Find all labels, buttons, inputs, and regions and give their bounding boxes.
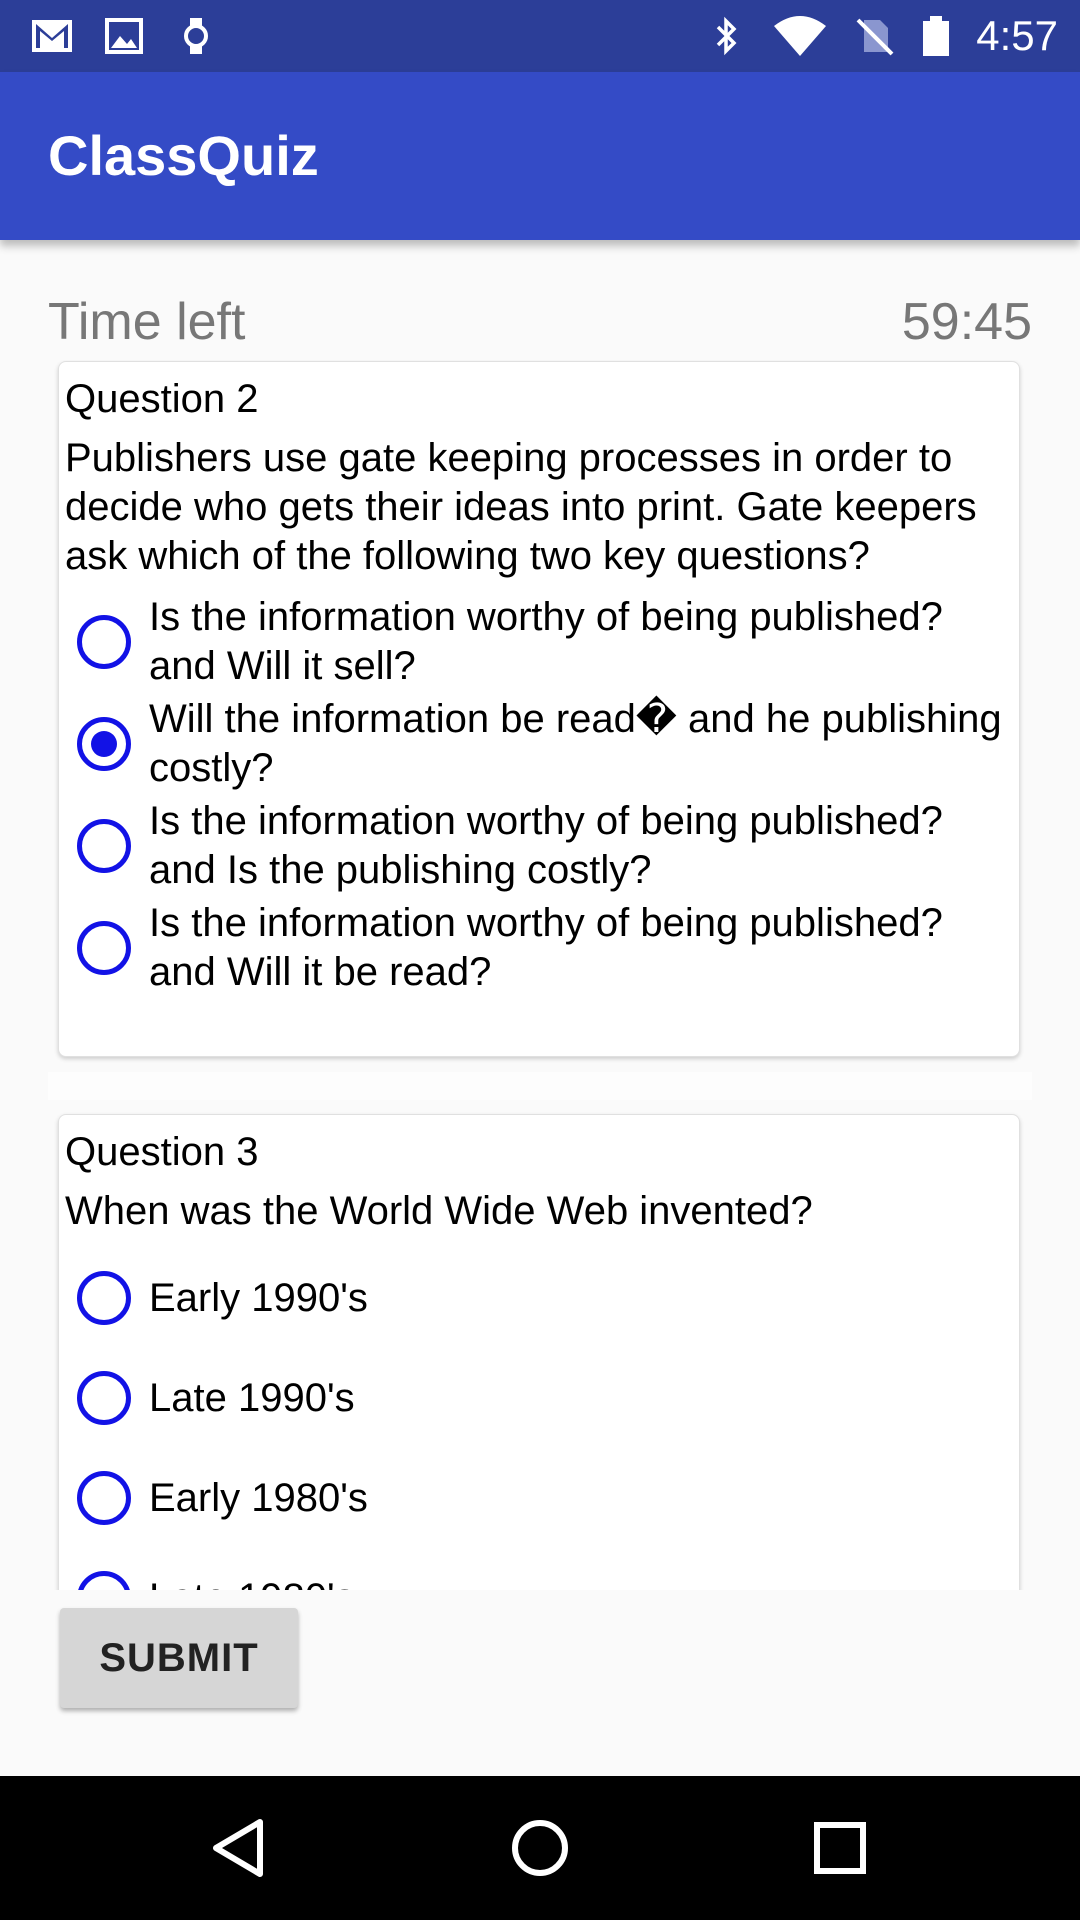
answer-label: Is the information worthy of being publi… xyxy=(149,799,943,892)
question-text: When was the World Wide Web invented? xyxy=(65,1189,813,1233)
radio-button[interactable] xyxy=(77,1471,131,1525)
status-bar-system: 4:57 xyxy=(704,12,1058,60)
app-title: ClassQuiz xyxy=(48,124,319,187)
timer-value: 59:45 xyxy=(901,293,1032,351)
app-bar: ClassQuiz xyxy=(0,72,1080,240)
radio-button[interactable] xyxy=(77,819,131,873)
navigation-bar xyxy=(0,1776,1080,1920)
answer-label: Will the information be read� and he pub… xyxy=(149,697,1002,790)
radio-button[interactable] xyxy=(77,615,131,669)
answer-option[interactable]: Is the information worthy of being publi… xyxy=(65,897,1013,999)
question-card: Question 2 Publishers use gate keeping p… xyxy=(58,361,1020,1057)
answer-label: Is the information worthy of being publi… xyxy=(149,595,943,688)
quiz-scroll-area[interactable]: Question 2 Publishers use gate keeping p… xyxy=(0,360,1080,1590)
question-card: Question 3 When was the World Wide Web i… xyxy=(58,1114,1020,1590)
answer-label: Late 1980's xyxy=(149,1574,355,1591)
answer-option[interactable]: Late 1980's xyxy=(65,1548,1013,1590)
answer-option[interactable]: Will the information be read� and he pub… xyxy=(65,693,1013,795)
radio-button[interactable] xyxy=(77,1271,131,1325)
answer-label: Late 1990's xyxy=(149,1375,355,1420)
submit-button[interactable]: SUBMIT xyxy=(60,1608,298,1708)
radio-button-selected[interactable] xyxy=(77,717,131,771)
answer-option[interactable]: Early 1980's xyxy=(65,1448,1013,1548)
answer-label: Is the information worthy of being publi… xyxy=(149,901,943,994)
timer-row: Time left 59:45 xyxy=(48,292,1032,362)
answer-label: Early 1990's xyxy=(149,1275,368,1320)
recents-icon[interactable] xyxy=(804,1812,876,1884)
question-title: Question 2 xyxy=(65,377,259,421)
answer-options: Is the information worthy of being publi… xyxy=(65,591,1013,999)
answer-options: Early 1990's Late 1990's Early 1980's La… xyxy=(65,1248,1013,1590)
status-bar: 4:57 xyxy=(0,0,1080,72)
gmail-icon xyxy=(30,14,74,58)
answer-option[interactable]: Is the information worthy of being publi… xyxy=(65,591,1013,693)
timer-label: Time left xyxy=(48,293,246,351)
radio-button[interactable] xyxy=(77,921,131,975)
watch-icon xyxy=(174,14,218,58)
home-icon[interactable] xyxy=(504,1812,576,1884)
no-sim-icon xyxy=(852,14,896,58)
photo-icon xyxy=(102,14,146,58)
bluetooth-icon xyxy=(704,14,748,58)
answer-option[interactable]: Late 1990's xyxy=(65,1348,1013,1448)
wifi-icon xyxy=(772,14,828,58)
answer-option[interactable]: Early 1990's xyxy=(65,1248,1013,1348)
answer-option[interactable]: Is the information worthy of being publi… xyxy=(65,795,1013,897)
status-bar-notifications xyxy=(30,14,218,58)
status-time: 4:57 xyxy=(976,12,1058,59)
card-divider xyxy=(48,1072,1032,1100)
question-text: Publishers use gate keeping processes in… xyxy=(65,436,977,578)
battery-icon xyxy=(920,14,952,58)
radio-button[interactable] xyxy=(77,1571,131,1590)
radio-button[interactable] xyxy=(77,1371,131,1425)
question-title: Question 3 xyxy=(65,1130,259,1174)
answer-label: Early 1980's xyxy=(149,1475,368,1520)
back-icon[interactable] xyxy=(204,1812,276,1884)
